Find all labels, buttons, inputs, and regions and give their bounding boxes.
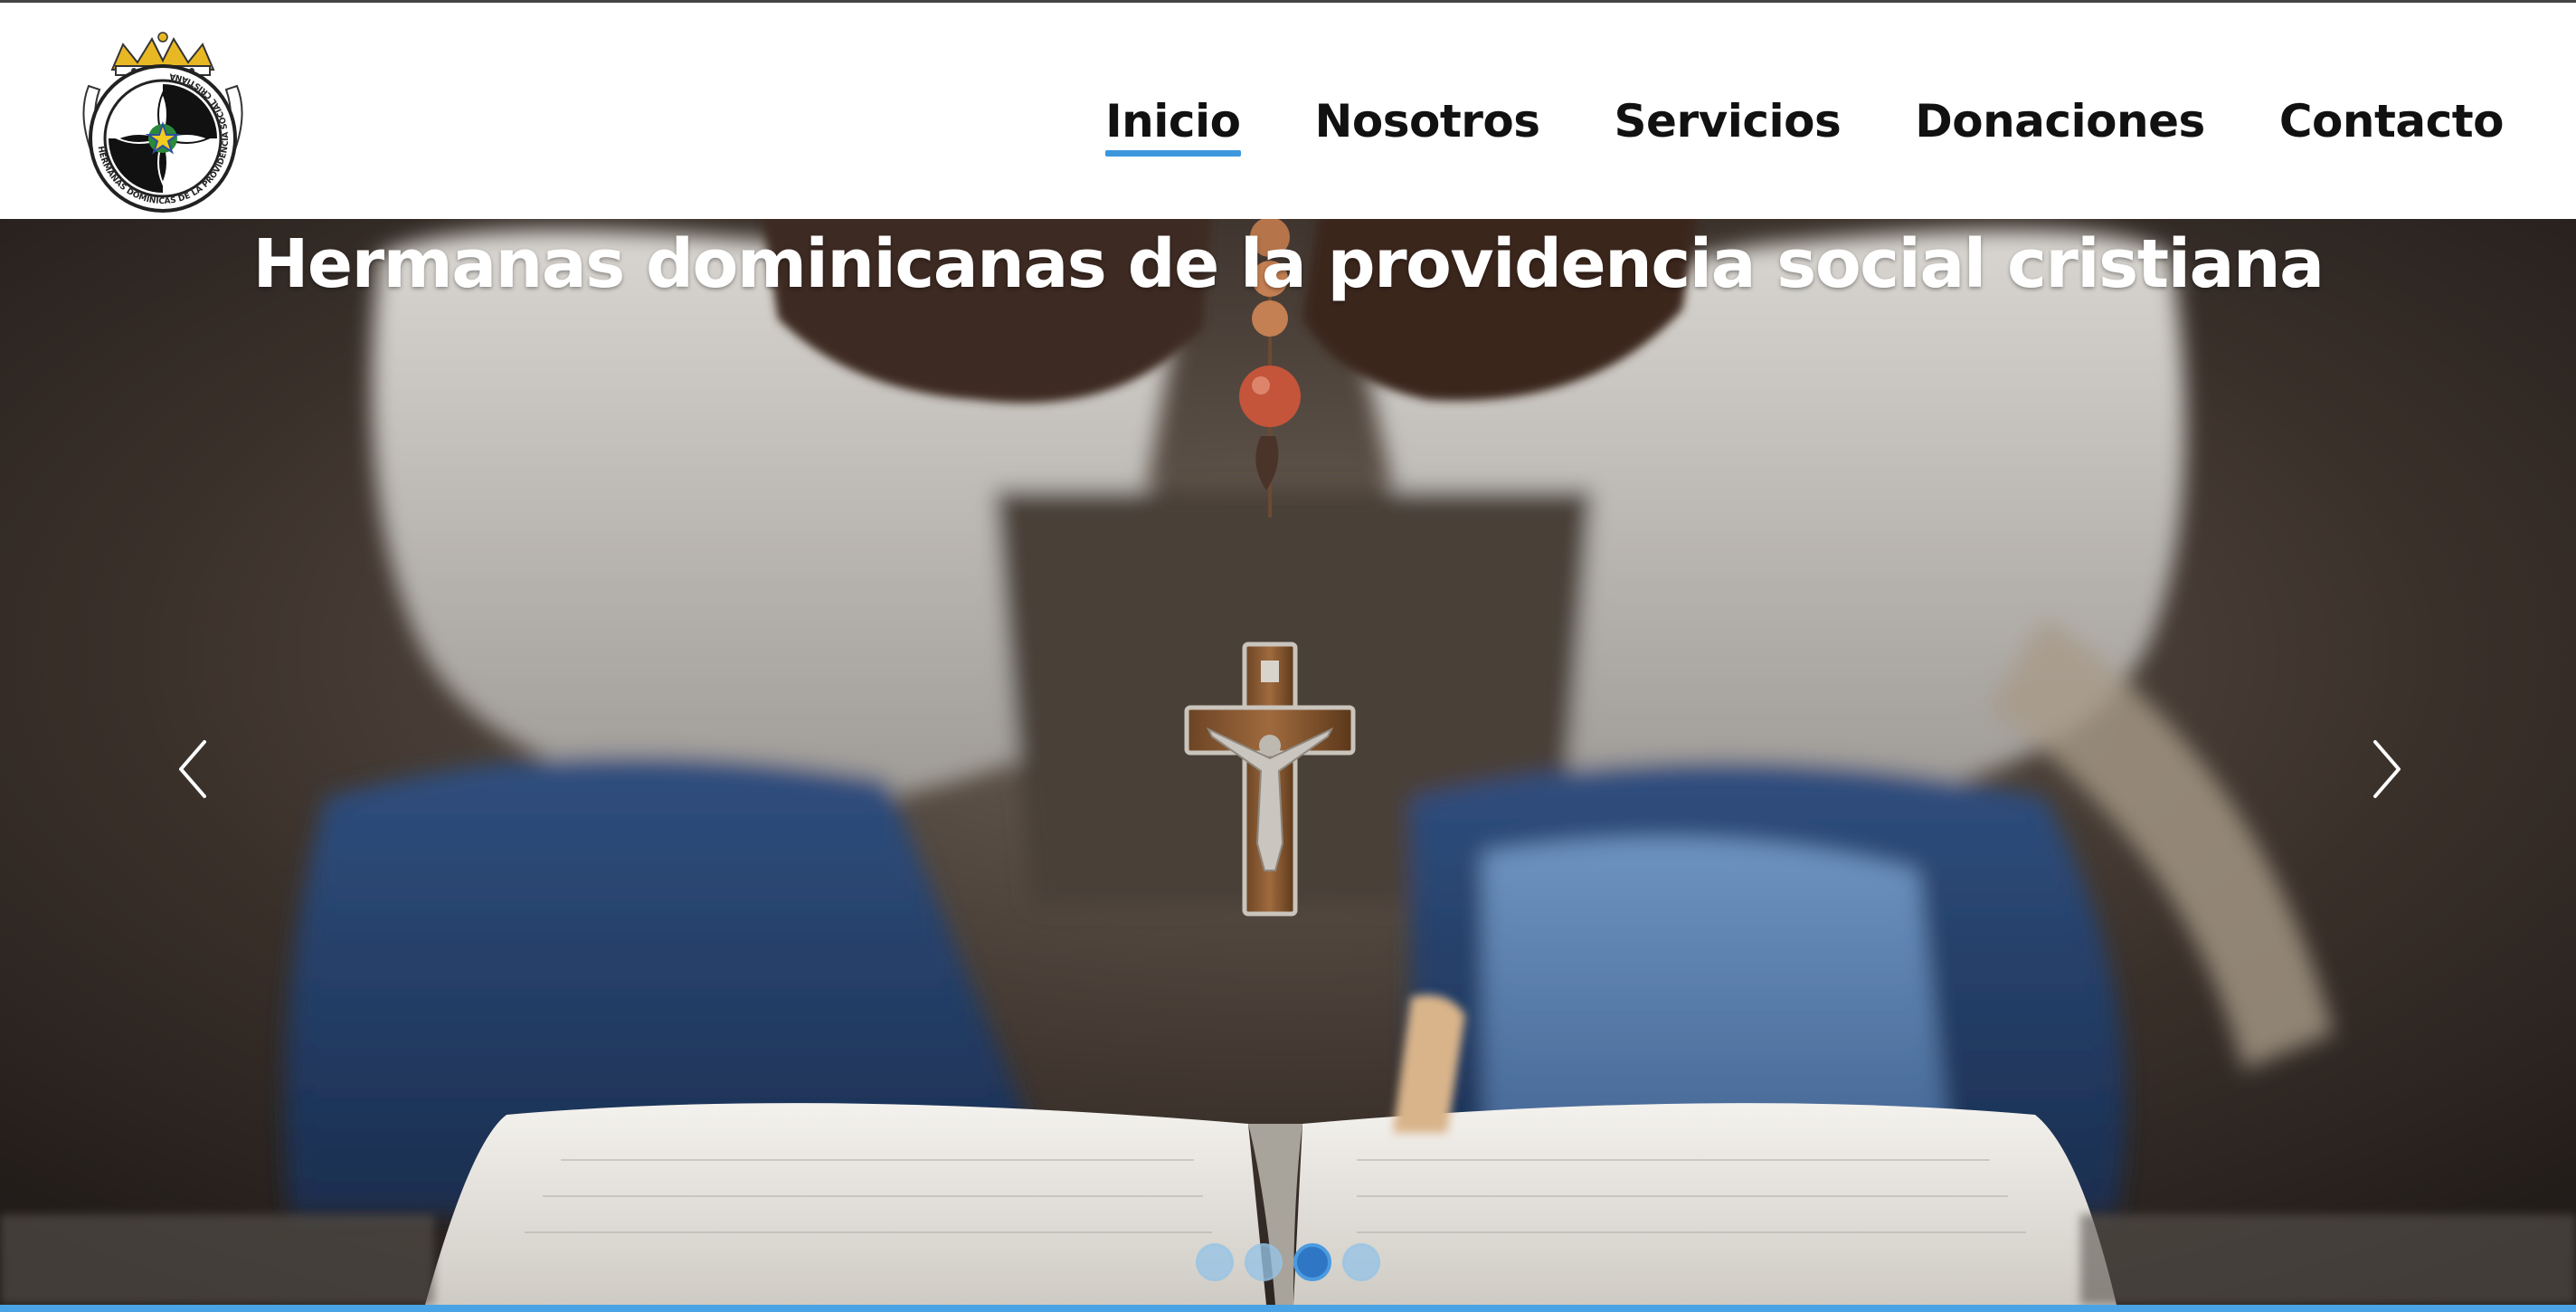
nav-link-contacto[interactable]: Contacto [2279, 91, 2505, 151]
nav-link-donaciones[interactable]: Donaciones [1915, 91, 2205, 151]
carousel-indicator-2[interactable] [1245, 1243, 1283, 1281]
carousel-next-button[interactable] [2359, 726, 2413, 807]
crest-logo-icon: HERMANAS DOMINICAS DE LA PROVIDENCIA SOC… [82, 32, 243, 213]
site-logo[interactable]: HERMANAS DOMINICAS DE LA PROVIDENCIA SOC… [71, 32, 255, 213]
carousel-prev-button[interactable] [166, 726, 221, 807]
carousel-indicators [1196, 1243, 1380, 1281]
hero-carousel: Hermanas dominicanas de la providencia s… [0, 219, 2576, 1305]
carousel-indicator-3[interactable] [1293, 1243, 1331, 1281]
nav-link-servicios[interactable]: Servicios [1615, 91, 1842, 151]
bottom-accent-bar [0, 1305, 2576, 1312]
chevron-left-icon [179, 740, 206, 798]
carousel-indicator-4[interactable] [1342, 1243, 1380, 1281]
nav-link-nosotros[interactable]: Nosotros [1315, 91, 1540, 151]
site-header: HERMANAS DOMINICAS DE LA PROVIDENCIA SOC… [0, 3, 2576, 219]
nav-link-inicio[interactable]: Inicio [1105, 91, 1241, 157]
carousel-indicator-1[interactable] [1196, 1243, 1234, 1281]
hero-title: Hermanas dominicanas de la providencia s… [252, 225, 2325, 303]
chevron-right-icon [2373, 740, 2401, 798]
main-nav: Inicio Nosotros Servicios Donaciones Con… [1105, 91, 2505, 157]
hero-background-image [0, 219, 2576, 1305]
